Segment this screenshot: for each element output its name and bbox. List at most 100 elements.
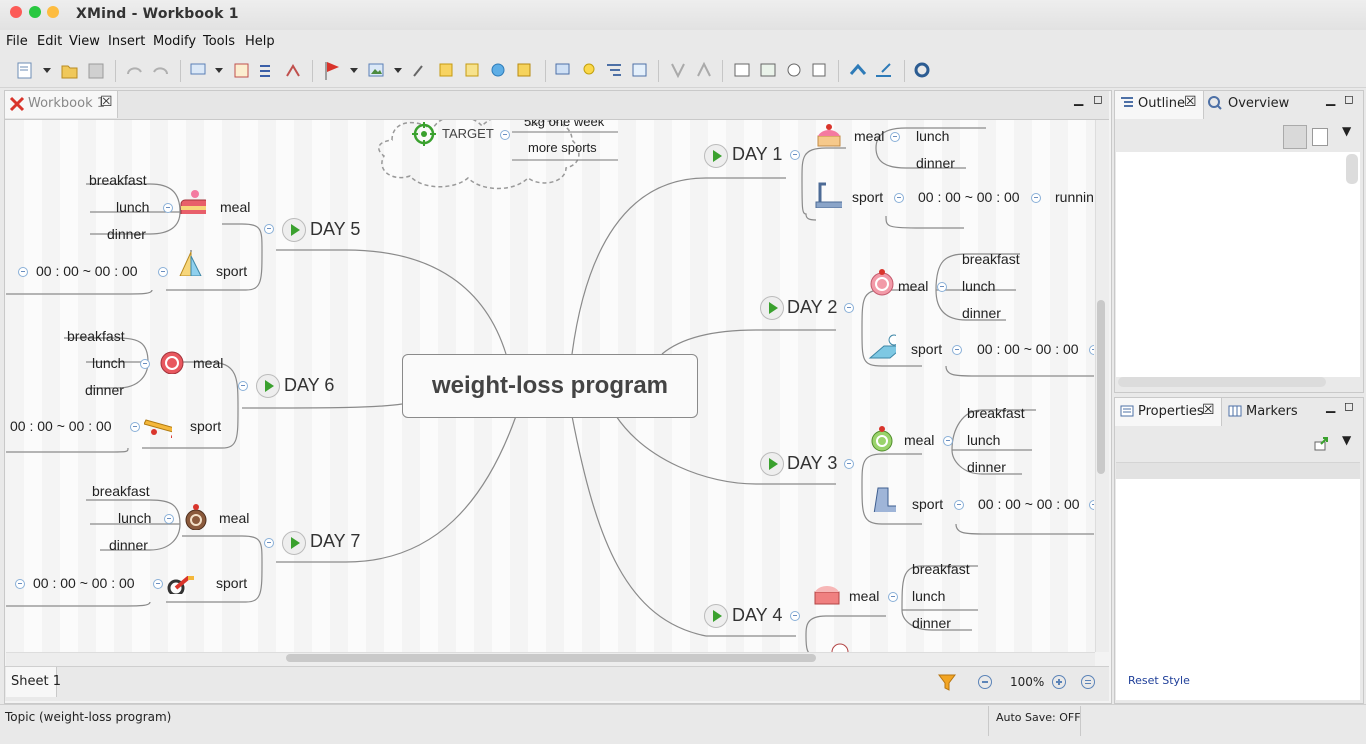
- day1-sport-toggle[interactable]: [894, 193, 904, 203]
- day6-meal-topic[interactable]: meal: [193, 355, 223, 371]
- day6-sport-topic[interactable]: sport: [190, 418, 221, 434]
- day1-collapse-toggle[interactable]: [790, 150, 800, 160]
- day5-time-toggle[interactable]: [18, 267, 28, 277]
- filter-icon[interactable]: [938, 673, 956, 691]
- minimize-editor-icon[interactable]: ▁: [1074, 92, 1083, 106]
- day2-topic[interactable]: DAY 2: [787, 297, 837, 318]
- day3-sport-topic[interactable]: sport: [912, 496, 943, 512]
- day3-lunch-topic[interactable]: lunch: [967, 432, 1000, 448]
- day5-topic[interactable]: DAY 5: [310, 219, 360, 240]
- day1-lunch-topic[interactable]: lunch: [916, 128, 949, 144]
- maximize-editor-icon[interactable]: ◻: [1093, 92, 1103, 106]
- menu-edit[interactable]: Edit: [37, 34, 62, 49]
- day2-meal-toggle[interactable]: [937, 282, 947, 292]
- day7-lunch-topic[interactable]: lunch: [118, 510, 151, 526]
- tab-markers-label[interactable]: Markers: [1246, 404, 1298, 419]
- autosave-status[interactable]: Auto Save: OFF: [996, 711, 1081, 724]
- day5-breakfast-topic[interactable]: breakfast: [89, 172, 147, 188]
- day4-dinner-topic[interactable]: dinner: [912, 615, 951, 631]
- maximize-window-button[interactable]: [29, 6, 41, 18]
- day1-activity-topic[interactable]: running: [1055, 189, 1094, 205]
- day5-dinner-topic[interactable]: dinner: [107, 226, 146, 242]
- day2-lunch-topic[interactable]: lunch: [962, 278, 995, 294]
- close-window-button[interactable]: [10, 6, 22, 18]
- vertical-scroll-thumb[interactable]: [1097, 300, 1105, 474]
- day5-time-topic[interactable]: 00 : 00 ~ 00 : 00: [36, 263, 138, 279]
- outline-vscroll-thumb[interactable]: [1346, 154, 1358, 184]
- outline-view-toggle-icon[interactable]: [1283, 125, 1307, 149]
- day2-time-toggle[interactable]: [1089, 345, 1094, 355]
- day2-sport-toggle[interactable]: [952, 345, 962, 355]
- day5-lunch-topic[interactable]: lunch: [116, 199, 149, 215]
- fit-zoom-icon[interactable]: [1081, 675, 1095, 689]
- day7-topic[interactable]: DAY 7: [310, 531, 360, 552]
- day3-meal-toggle[interactable]: [943, 436, 953, 446]
- day6-meal-toggle[interactable]: [140, 359, 150, 369]
- day6-topic[interactable]: DAY 6: [284, 375, 334, 396]
- pin-style-icon[interactable]: [1313, 436, 1329, 452]
- day7-sport-toggle[interactable]: [153, 579, 163, 589]
- day1-time-topic[interactable]: 00 : 00 ~ 00 : 00: [918, 189, 1020, 205]
- day2-collapse-toggle[interactable]: [844, 303, 854, 313]
- maximize-outline-icon[interactable]: ◻: [1344, 92, 1354, 106]
- target-goal-topic[interactable]: 5kg one week: [524, 120, 604, 129]
- day7-time-topic[interactable]: 00 : 00 ~ 00 : 00: [33, 575, 135, 591]
- day2-breakfast-topic[interactable]: breakfast: [962, 251, 1020, 267]
- outline-hscroll-thumb[interactable]: [1118, 377, 1326, 387]
- zoom-out-icon[interactable]: [978, 675, 992, 689]
- day6-lunch-topic[interactable]: lunch: [92, 355, 125, 371]
- day3-collapse-toggle[interactable]: [844, 459, 854, 469]
- day4-topic[interactable]: DAY 4: [732, 605, 782, 626]
- day7-meal-topic[interactable]: meal: [219, 510, 249, 526]
- collapse-toggle[interactable]: [500, 130, 510, 140]
- day4-collapse-toggle[interactable]: [790, 611, 800, 621]
- day3-time-toggle[interactable]: [1089, 500, 1094, 510]
- outline-menu-icon[interactable]: ▼: [1342, 124, 1351, 138]
- day7-breakfast-topic[interactable]: breakfast: [92, 483, 150, 499]
- day2-time-topic[interactable]: 00 : 00 ~ 00 : 00: [977, 341, 1079, 357]
- menu-modify[interactable]: Modify: [153, 34, 196, 49]
- day5-sport-toggle[interactable]: [158, 267, 168, 277]
- menu-insert[interactable]: Insert: [108, 34, 145, 49]
- day2-meal-topic[interactable]: meal: [898, 278, 928, 294]
- day3-time-topic[interactable]: 00 : 00 ~ 00 : 00: [978, 496, 1080, 512]
- day7-time-toggle[interactable]: [15, 579, 25, 589]
- horizontal-scroll-thumb[interactable]: [286, 654, 816, 662]
- day1-topic[interactable]: DAY 1: [732, 144, 782, 165]
- close-properties-icon[interactable]: ☒: [1202, 402, 1215, 418]
- day7-meal-toggle[interactable]: [164, 514, 174, 524]
- day2-dinner-topic[interactable]: dinner: [962, 305, 1001, 321]
- day1-sport-topic[interactable]: sport: [852, 189, 883, 205]
- day4-breakfast-topic[interactable]: breakfast: [912, 561, 970, 577]
- day7-collapse-toggle[interactable]: [264, 538, 274, 548]
- day5-meal-topic[interactable]: meal: [220, 199, 250, 215]
- target-label[interactable]: TARGET: [442, 126, 494, 141]
- day1-meal-toggle[interactable]: [890, 132, 900, 142]
- menu-help[interactable]: Help: [245, 34, 275, 49]
- day3-breakfast-topic[interactable]: breakfast: [967, 405, 1025, 421]
- day7-dinner-topic[interactable]: dinner: [109, 537, 148, 553]
- day6-dinner-topic[interactable]: dinner: [85, 382, 124, 398]
- day3-topic[interactable]: DAY 3: [787, 453, 837, 474]
- day3-meal-topic[interactable]: meal: [904, 432, 934, 448]
- properties-menu-icon[interactable]: ▼: [1342, 433, 1351, 447]
- target-sports-topic[interactable]: more sports: [528, 140, 597, 155]
- day4-meal-topic[interactable]: meal: [849, 588, 879, 604]
- minimize-outline-icon[interactable]: ▁: [1326, 92, 1335, 106]
- close-tab-icon[interactable]: ☒: [100, 94, 113, 110]
- reset-style-link[interactable]: Reset Style: [1128, 674, 1190, 687]
- zoom-in-icon[interactable]: [1052, 675, 1066, 689]
- day4-lunch-topic[interactable]: lunch: [912, 588, 945, 604]
- day1-time-toggle[interactable]: [1031, 193, 1041, 203]
- day2-sport-topic[interactable]: sport: [911, 341, 942, 357]
- outline-sheet-icon[interactable]: [1312, 128, 1328, 146]
- day6-sport-toggle[interactable]: [130, 422, 140, 432]
- day6-collapse-toggle[interactable]: [238, 381, 248, 391]
- day7-sport-topic[interactable]: sport: [216, 575, 247, 591]
- day6-breakfast-topic[interactable]: breakfast: [67, 328, 125, 344]
- day1-meal-topic[interactable]: meal: [854, 128, 884, 144]
- minimize-properties-icon[interactable]: ▁: [1326, 399, 1335, 413]
- day5-collapse-toggle[interactable]: [264, 224, 274, 234]
- menu-file[interactable]: File: [6, 34, 28, 49]
- day6-time-topic[interactable]: 00 : 00 ~ 00 : 00: [10, 418, 112, 434]
